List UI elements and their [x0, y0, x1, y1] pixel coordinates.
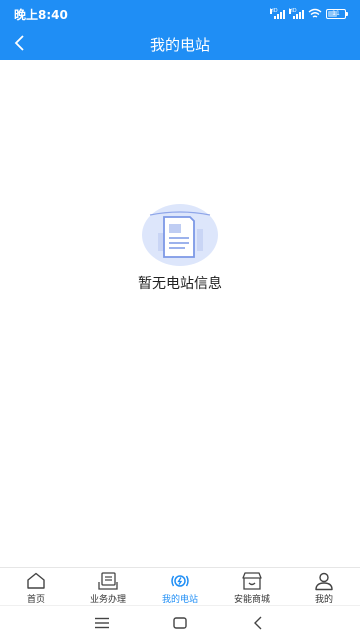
tab-my-station[interactable]: 我的电站: [144, 568, 216, 605]
bottom-tab-bar: 首页 业务办理 我的电站 安能商城 我的: [0, 567, 360, 605]
back-nav-button[interactable]: [246, 614, 270, 632]
tab-home[interactable]: 首页: [0, 568, 72, 605]
tab-label: 业务办理: [89, 595, 126, 605]
shop-icon: [242, 572, 262, 590]
battery-icon: 11: [326, 8, 348, 19]
empty-document-icon: [142, 204, 218, 266]
system-navigation-bar: [0, 605, 360, 640]
page-title: 我的电站: [149, 36, 210, 54]
tab-shop[interactable]: 安能商城: [216, 568, 288, 605]
square-home-icon: [173, 617, 187, 629]
header-bar: 我的电站: [0, 27, 360, 60]
business-icon: [98, 572, 118, 590]
status-time: 晚上8:40: [14, 8, 68, 22]
home-icon: [27, 572, 45, 589]
status-icons: HD HD 11: [270, 7, 348, 20]
menu-icon: [95, 617, 109, 629]
tab-label: 我的: [314, 595, 333, 605]
tab-label: 首页: [26, 595, 45, 605]
power-station-icon: [171, 575, 189, 587]
tab-label: 我的电站: [161, 595, 198, 605]
profile-icon: [315, 572, 333, 591]
tab-profile[interactable]: 我的: [288, 568, 360, 605]
tab-label: 安能商城: [233, 595, 270, 605]
tab-business[interactable]: 业务办理: [72, 568, 144, 605]
cell-signal-icon: HD: [270, 8, 285, 19]
empty-state-message: 暂无电站信息: [138, 276, 222, 292]
cell-signal-icon-2: HD: [289, 8, 304, 19]
chevron-left-icon: [254, 616, 262, 630]
status-bar: 晚上8:40 HD HD 11: [0, 0, 360, 27]
menu-button[interactable]: [90, 614, 114, 632]
home-nav-button[interactable]: [168, 614, 192, 632]
wifi-icon: [308, 8, 322, 18]
